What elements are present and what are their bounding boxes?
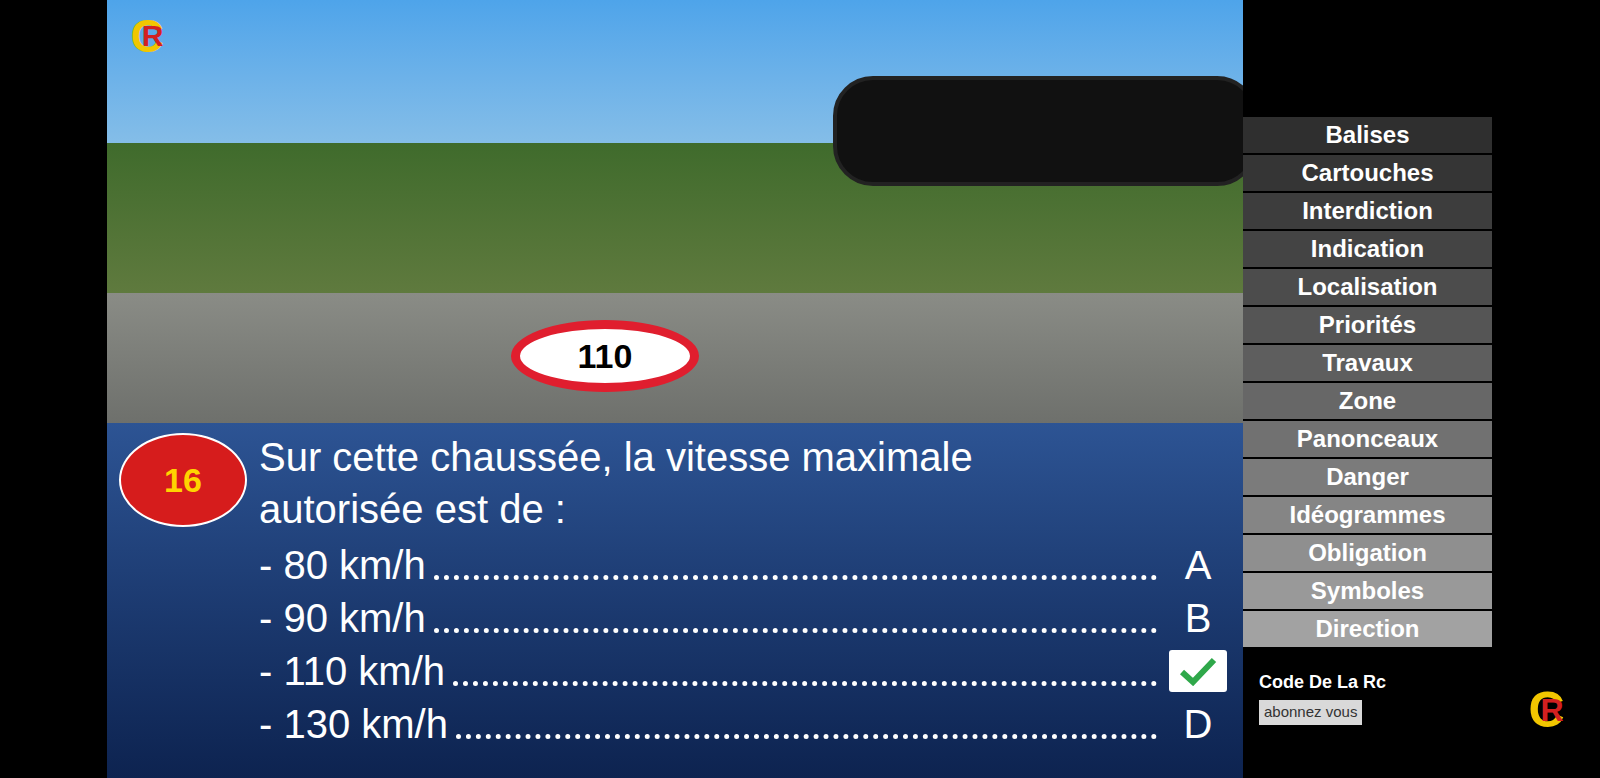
logo-r1-text: R (142, 21, 164, 51)
category-item[interactable]: Zone (1243, 383, 1492, 419)
check-icon (1169, 650, 1227, 692)
answer-label: - 80 km/h (259, 540, 426, 590)
answer-letter: B (1185, 593, 1212, 643)
sign-text: 110 (578, 339, 633, 373)
category-item[interactable]: Priorités (1243, 307, 1492, 343)
logo-r2-text: R (1541, 694, 1564, 726)
question-text: Sur cette chaussée, la vitesse maximale … (259, 431, 1139, 535)
qnum-text: 16 (164, 455, 202, 506)
category-item[interactable]: Obligation (1243, 535, 1492, 571)
category-item[interactable]: Travaux (1243, 345, 1492, 381)
video-frame: C R 110 (107, 0, 1243, 423)
channel-name: Code De La Rc (1259, 669, 1386, 696)
answer-row[interactable]: - 90 km/h B (259, 590, 1231, 643)
category-item[interactable]: Indication (1243, 231, 1492, 267)
category-item[interactable]: Localisation (1243, 269, 1492, 305)
answer-label: - 110 km/h (259, 646, 445, 696)
answer-letter: D (1184, 699, 1213, 749)
category-item[interactable]: Symboles (1243, 573, 1492, 609)
answer-label: - 130 km/h (259, 699, 448, 749)
speed-sign: 110 (511, 320, 699, 392)
category-item[interactable]: Idéogrammes (1243, 497, 1492, 533)
answer-row[interactable]: - 110 km/h (259, 643, 1231, 696)
category-item[interactable]: Balises (1243, 117, 1492, 153)
category-item[interactable]: Danger (1243, 459, 1492, 495)
answer-row[interactable]: - 130 km/h D (259, 696, 1231, 749)
category-item[interactable]: Cartouches (1243, 155, 1492, 191)
category-item[interactable]: Direction (1243, 611, 1492, 647)
answer-row[interactable]: - 80 km/h A (259, 537, 1231, 590)
answer-label: - 90 km/h (259, 593, 426, 643)
subscribe-label[interactable]: abonnez vous (1259, 700, 1362, 725)
logo: C R (121, 10, 173, 62)
category-item[interactable]: Panonceaux (1243, 421, 1492, 457)
answer-letter: A (1185, 540, 1212, 590)
logo: C R (1518, 682, 1574, 738)
question-number: 16 (119, 433, 247, 527)
category-item[interactable]: Interdiction (1243, 193, 1492, 229)
question-panel: 16 Sur cette chaussée, la vitesse maxima… (107, 423, 1243, 778)
